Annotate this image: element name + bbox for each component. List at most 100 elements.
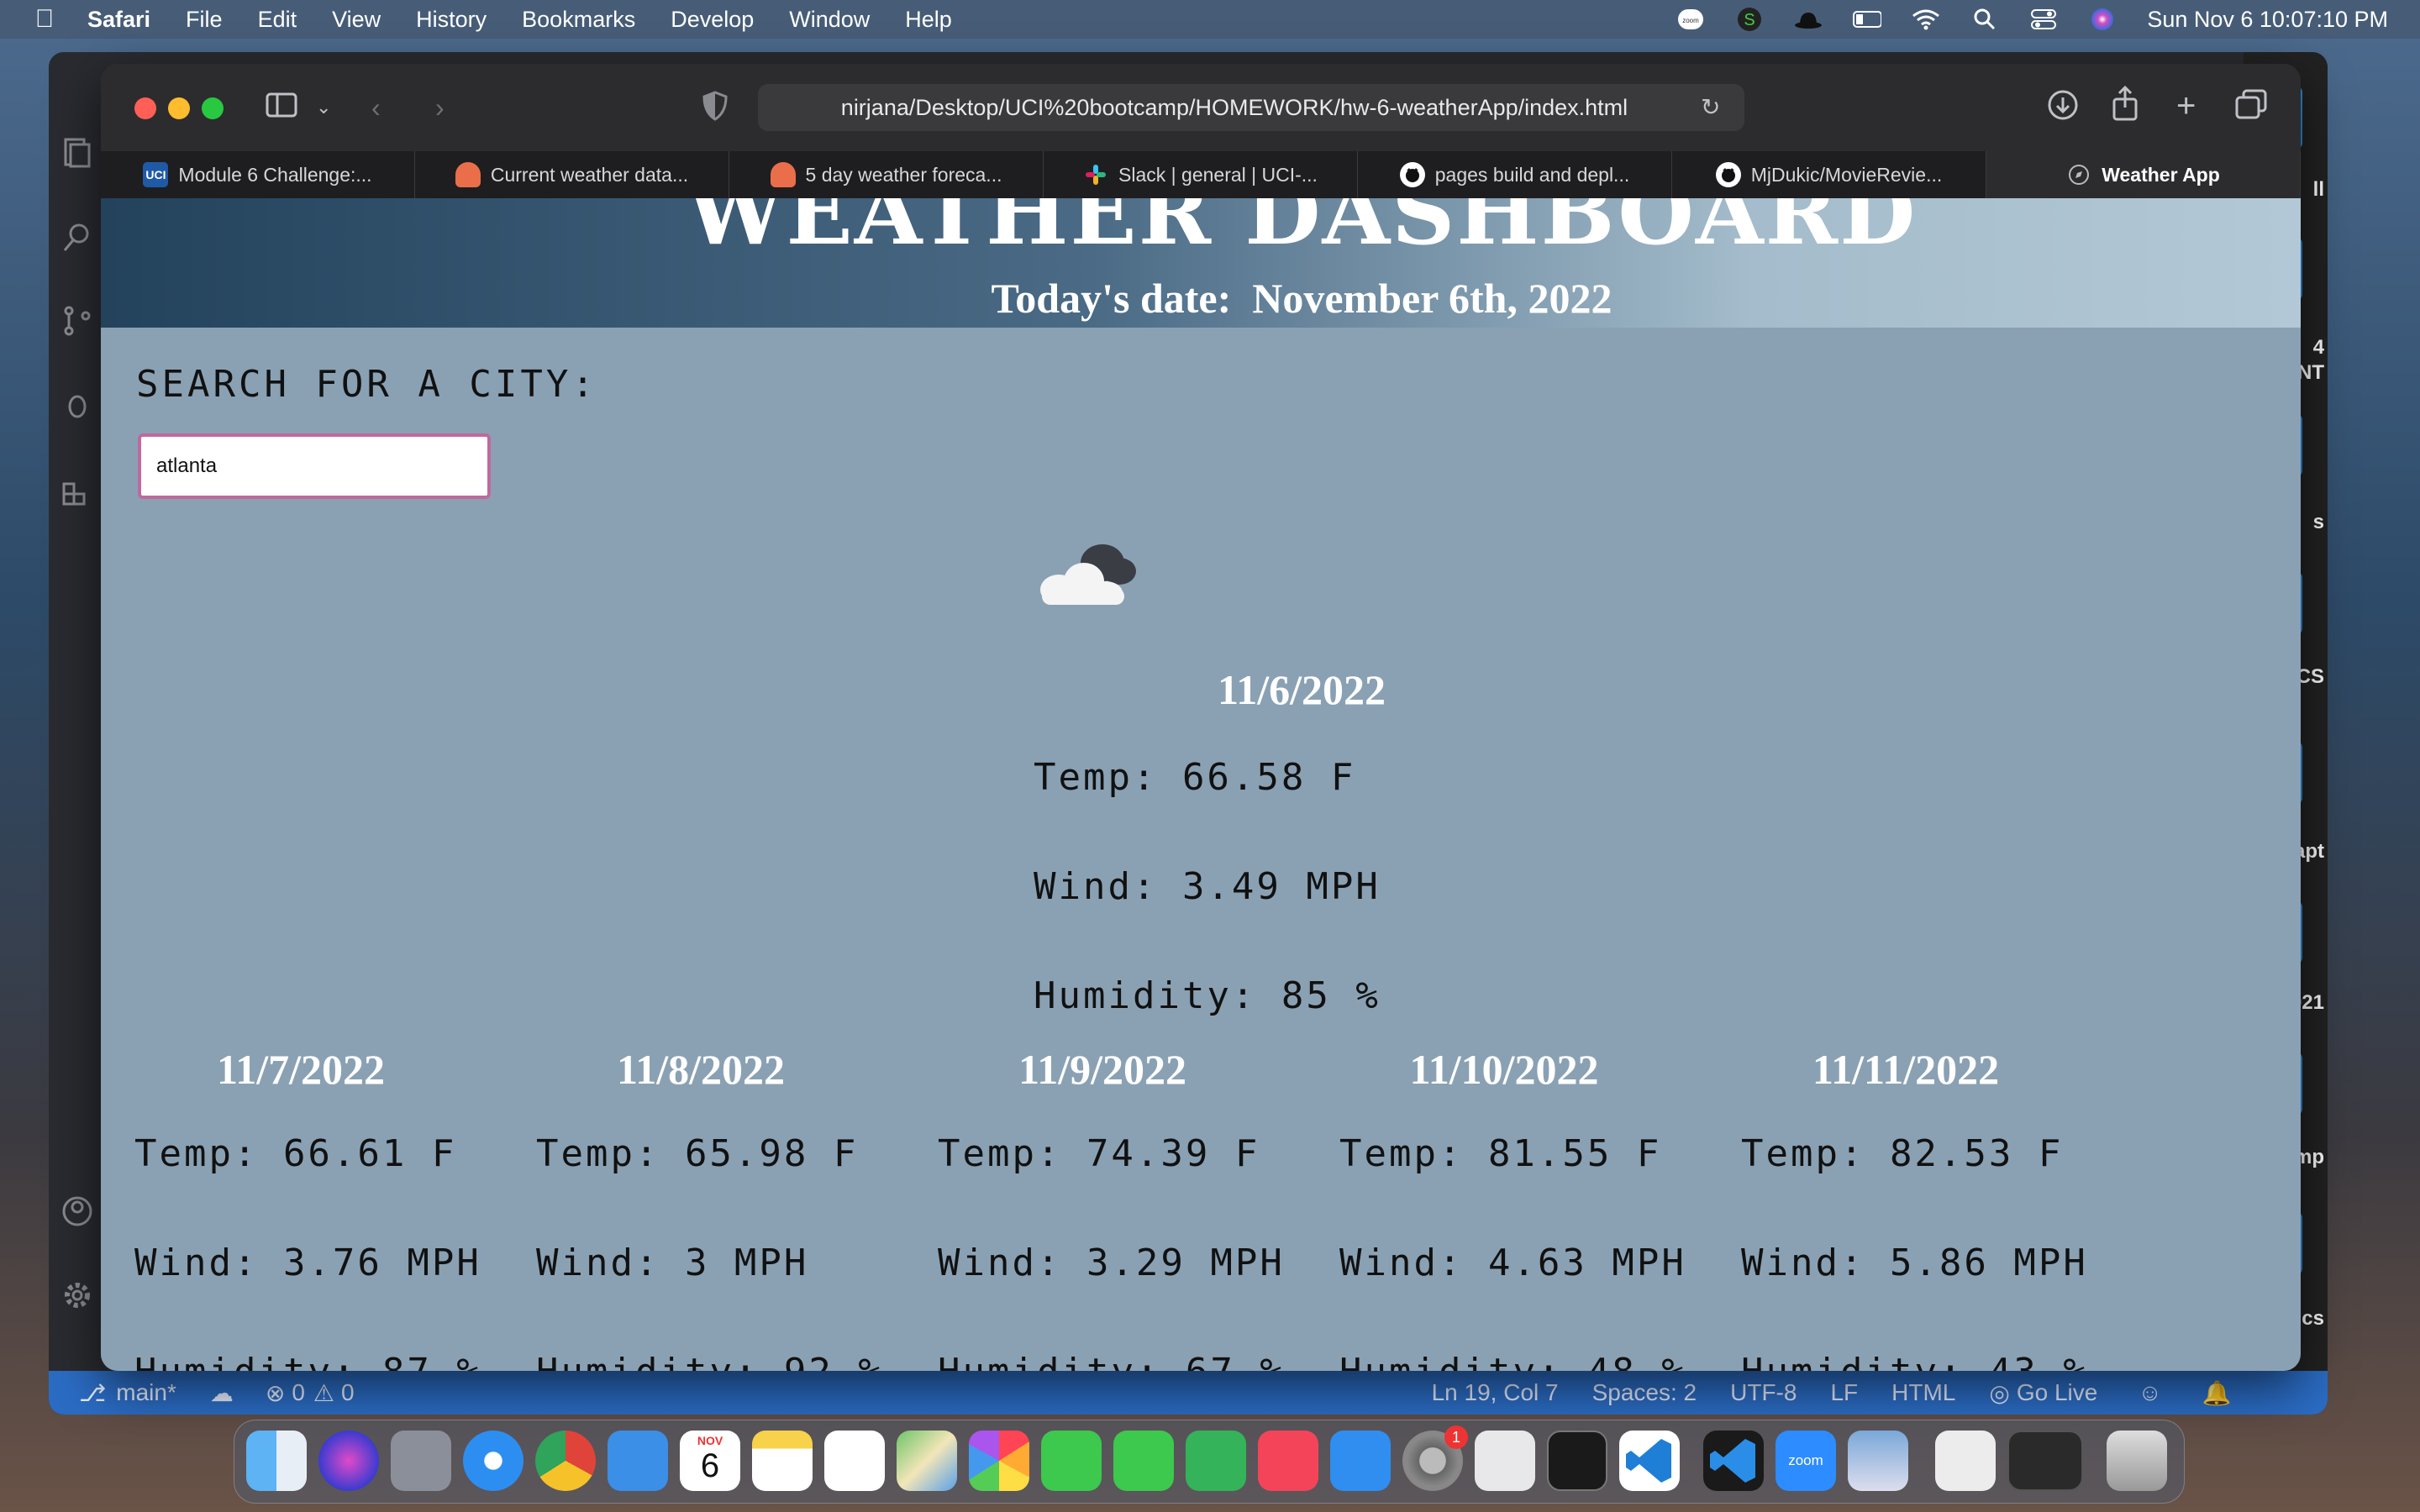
- menu-edit[interactable]: Edit: [258, 7, 297, 33]
- chrome-icon[interactable]: [535, 1431, 596, 1491]
- photos-icon[interactable]: [969, 1431, 1029, 1491]
- tab-weather-app[interactable]: Weather App: [1986, 151, 2301, 198]
- url-text[interactable]: nirjana/Desktop/UCI%20bootcamp/HOMEWORK/…: [841, 95, 1628, 121]
- warnings-icon[interactable]: ⚠: [313, 1379, 334, 1407]
- zoom-icon[interactable]: zoom: [1776, 1431, 1836, 1491]
- language-mode[interactable]: HTML: [1891, 1379, 1955, 1406]
- screenshot-window-icon[interactable]: [2007, 1431, 2083, 1491]
- tab-module-6[interactable]: UCI Module 6 Challenge:...: [101, 151, 415, 198]
- maps-icon[interactable]: [897, 1431, 957, 1491]
- scrivener-status-icon[interactable]: S: [1735, 7, 1764, 32]
- forecast-date: 11/11/2022: [1812, 1046, 2000, 1093]
- vscode-insiders-icon[interactable]: [1703, 1431, 1764, 1491]
- messages-icon[interactable]: [1041, 1431, 1102, 1491]
- mail-icon[interactable]: [608, 1431, 668, 1491]
- menu-file[interactable]: File: [186, 7, 223, 33]
- reload-icon[interactable]: ↻: [1701, 91, 1720, 124]
- calendar-icon[interactable]: NOV 6: [680, 1431, 740, 1491]
- bowler-hat-status-icon[interactable]: [1794, 7, 1823, 32]
- zoom-window-button[interactable]: [202, 97, 224, 119]
- git-branch-icon[interactable]: ⎇: [79, 1379, 106, 1407]
- menu-clock[interactable]: Sun Nov 6 10:07:10 PM: [2147, 7, 2388, 33]
- sync-icon[interactable]: ☁: [210, 1379, 234, 1407]
- document-stack-icon[interactable]: [1935, 1431, 1996, 1491]
- source-control-icon[interactable]: [60, 304, 94, 338]
- terminal-icon[interactable]: [1547, 1431, 1607, 1491]
- git-branch[interactable]: main*: [116, 1379, 176, 1406]
- sidebar-toggle-icon[interactable]: [266, 91, 299, 127]
- tab-label: Module 6 Challenge:...: [178, 163, 372, 186]
- menu-develop[interactable]: Develop: [671, 7, 754, 33]
- tab-current-weather[interactable]: Current weather data...: [415, 151, 729, 198]
- apple-menu-icon[interactable]: : [32, 5, 57, 34]
- forecast-wind: Wind: 5.86 MPH: [1741, 1242, 2088, 1284]
- siri-icon[interactable]: [2088, 7, 2117, 32]
- wifi-icon[interactable]: [1912, 7, 1940, 32]
- go-live-icon[interactable]: ◎: [1989, 1379, 2009, 1407]
- cursor-position[interactable]: Ln 19, Col 7: [1432, 1379, 1559, 1406]
- reminders-icon[interactable]: [824, 1431, 885, 1491]
- city-search-input[interactable]: [138, 433, 491, 499]
- zoom-status-icon[interactable]: zoom: [1676, 7, 1705, 32]
- account-icon[interactable]: [60, 1194, 94, 1228]
- errors-icon[interactable]: ⊗: [266, 1379, 285, 1407]
- siri-dock-icon[interactable]: [318, 1431, 379, 1491]
- menu-bookmarks[interactable]: Bookmarks: [522, 7, 635, 33]
- menu-view[interactable]: View: [332, 7, 381, 33]
- downloads-icon[interactable]: [2047, 89, 2079, 129]
- line-ending[interactable]: LF: [1830, 1379, 1858, 1406]
- back-chevron-icon[interactable]: ‹: [371, 91, 381, 124]
- warnings-count[interactable]: 0: [341, 1379, 355, 1406]
- menu-history[interactable]: History: [416, 7, 487, 33]
- share-icon[interactable]: [2111, 85, 2139, 129]
- feedback-icon[interactable]: ☺: [2138, 1379, 2162, 1406]
- tab-overview-icon[interactable]: [2235, 89, 2267, 129]
- chevron-down-icon[interactable]: ⌄: [316, 91, 331, 124]
- facetime-icon[interactable]: [1113, 1431, 1174, 1491]
- explorer-icon[interactable]: [60, 136, 94, 170]
- menu-window[interactable]: Window: [789, 7, 870, 33]
- notes-icon[interactable]: [752, 1431, 813, 1491]
- forecast-date: 11/7/2022: [216, 1046, 386, 1093]
- launchpad-icon[interactable]: [391, 1431, 451, 1491]
- extensions-icon[interactable]: [60, 472, 94, 506]
- music-icon[interactable]: [1258, 1431, 1318, 1491]
- go-live-button[interactable]: Go Live: [2017, 1379, 2098, 1406]
- encoding[interactable]: UTF-8: [1730, 1379, 1797, 1406]
- tab-5-day-forecast[interactable]: 5 day weather foreca...: [729, 151, 1044, 198]
- close-window-button[interactable]: [134, 97, 156, 119]
- safari-dock-icon[interactable]: [463, 1431, 523, 1491]
- forward-chevron-icon[interactable]: ›: [435, 91, 445, 124]
- forecast-wind: Wind: 3.29 MPH: [938, 1242, 1285, 1284]
- textedit-icon[interactable]: [1475, 1431, 1535, 1491]
- menu-help[interactable]: Help: [905, 7, 952, 33]
- debug-icon[interactable]: [60, 388, 94, 422]
- finder-icon[interactable]: [246, 1431, 307, 1491]
- preview-icon[interactable]: [1848, 1431, 1908, 1491]
- spotlight-search-icon[interactable]: [1970, 7, 1999, 32]
- minimize-window-button[interactable]: [168, 97, 190, 119]
- tab-slack[interactable]: Slack | general | UCI-...: [1044, 151, 1358, 198]
- system-preferences-icon[interactable]: 1: [1402, 1425, 1468, 1491]
- privacy-shield-icon[interactable]: [702, 91, 728, 129]
- openweather-icon: [770, 162, 796, 187]
- numbers-icon[interactable]: [1186, 1431, 1246, 1491]
- tab-movie-review[interactable]: MjDukic/MovieRevie...: [1672, 151, 1986, 198]
- new-tab-plus-icon[interactable]: +: [2176, 89, 2196, 123]
- indentation[interactable]: Spaces: 2: [1592, 1379, 1697, 1406]
- calendar-day: 6: [700, 1447, 720, 1484]
- search-icon[interactable]: [60, 220, 94, 254]
- menu-bar:  Safari File Edit View History Bookmark…: [0, 0, 2420, 39]
- battery-icon[interactable]: [1853, 7, 1882, 32]
- vscode-dock-icon[interactable]: [1619, 1431, 1680, 1491]
- address-bar[interactable]: nirjana/Desktop/UCI%20bootcamp/HOMEWORK/…: [758, 84, 1744, 131]
- tab-pages-build[interactable]: pages build and depl...: [1358, 151, 1672, 198]
- errors-count[interactable]: 0: [292, 1379, 305, 1406]
- notifications-bell-icon[interactable]: 🔔: [2202, 1379, 2232, 1407]
- control-center-icon[interactable]: [2029, 7, 2058, 32]
- app-store-icon[interactable]: [1330, 1431, 1391, 1491]
- menu-app-name[interactable]: Safari: [87, 7, 150, 33]
- manage-gear-icon[interactable]: [60, 1278, 94, 1312]
- trash-icon[interactable]: [2107, 1431, 2167, 1491]
- dock: NOV 6 1 zoom: [234, 1420, 2185, 1504]
